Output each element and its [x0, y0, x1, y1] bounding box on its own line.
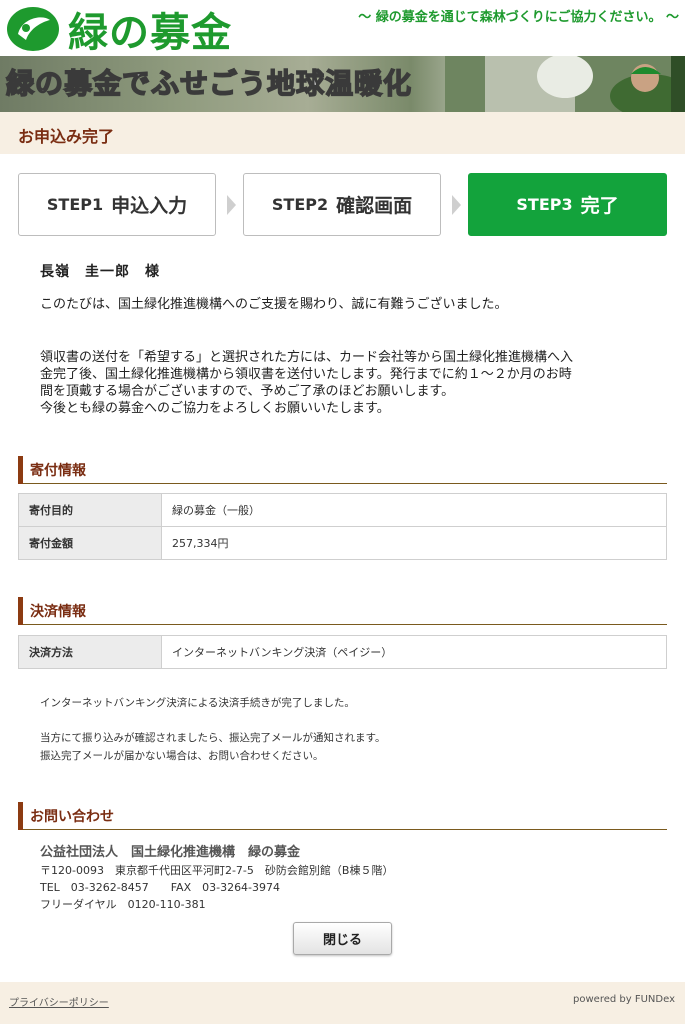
site-footer: プライバシーポリシー powered by FUNDex — [0, 982, 685, 1024]
step-2: STEP2 確認画面 — [243, 173, 441, 236]
site-header: 緑の募金 ～ 緑の募金を通じて森林づくりにご協力ください。 ～ 緑の募金でふせご… — [0, 0, 685, 112]
organization-name: 公益社団法人 国土緑化推進機構 緑の募金 — [40, 845, 301, 860]
thanks-message: このたびは、国土緑化推進機構へのご支援を賜わり、誠に有難うございました。 — [40, 297, 508, 312]
step-arrow-icon — [452, 195, 461, 215]
donation-amount-label: 寄付金額 — [18, 526, 162, 560]
notice-line: 金完了後、国土緑化推進機構から領収書を送付いたします。発行までに約１～２か月のお… — [40, 367, 572, 382]
powered-by-text: powered by FUNDex — [573, 994, 675, 1005]
header-tagline: ～ 緑の募金を通じて森林づくりにご協力ください。 ～ — [358, 10, 679, 25]
payment-heading-text: 決済情報 — [30, 604, 86, 620]
payment-complete-note: インターネットバンキング決済による決済手続きが完了しました。 — [40, 697, 355, 709]
payment-method-label: 決済方法 — [18, 635, 162, 669]
donation-table: 寄付目的 緑の募金（一般） 寄付金額 257,334円 — [18, 493, 667, 560]
step-arrow-icon — [227, 195, 236, 215]
logo-text: 緑の募金 — [68, 10, 232, 56]
step-2-label: 確認画面 — [336, 195, 413, 217]
payment-method-value: インターネットバンキング決済（ペイジー） — [161, 635, 667, 669]
notice-line: 領収書の送付を「希望する」と選択された方には、カード会社等から国土緑化推進機構へ… — [40, 350, 574, 365]
step-1-label: 申込入力 — [111, 195, 188, 217]
receipt-notice: 領収書の送付を「希望する」と選択された方には、カード会社等から国土緑化推進機構へ… — [40, 349, 650, 417]
step-2-number: STEP2 — [271, 195, 329, 214]
leaf-logo-icon — [4, 4, 62, 54]
table-row: 決済方法 インターネットバンキング決済（ペイジー） — [18, 635, 667, 669]
logo: 緑の募金 — [4, 4, 232, 56]
privacy-policy-link[interactable]: プライバシーポリシー — [9, 994, 109, 1009]
payment-mail-note: 当方にて振り込みが確認されましたら、振込完了メールが通知されます。 — [40, 732, 386, 744]
contact-section-heading: お問い合わせ — [18, 802, 667, 830]
step-1: STEP1 申込入力 — [18, 173, 216, 236]
organization-address: 〒120-0093 東京都千代田区平河町2-7-5 砂防会館別館（B棟５階） — [40, 864, 394, 877]
page-title: お申込み完了 — [18, 127, 115, 146]
table-row: 寄付金額 257,334円 — [18, 526, 667, 560]
payment-table: 決済方法 インターネットバンキング決済（ペイジー） — [18, 635, 667, 669]
table-row: 寄付目的 緑の募金（一般） — [18, 493, 667, 527]
notice-line: 今後とも緑の募金へのご協力をよろしくお願いいたします。 — [40, 401, 390, 416]
contact-heading-text: お問い合わせ — [30, 809, 114, 825]
donation-heading-text: 寄付情報 — [30, 463, 86, 479]
donation-amount-value: 257,334円 — [161, 526, 667, 560]
payment-contact-note: 振込完了メールが届かない場合は、お問い合わせください。 — [40, 750, 324, 762]
notice-line: 間を頂戴する場合がございますので、予めご了承のほどお願いします。 — [40, 384, 455, 399]
organization-tel-fax: TEL 03-3262-8457 FAX 03-3264-3974 — [40, 881, 281, 894]
payment-section-heading: 決済情報 — [18, 597, 667, 625]
step-1-number: STEP1 — [46, 195, 104, 214]
header-banner: 緑の募金でふせごう地球温暖化 — [0, 54, 685, 112]
organization-free-dial: フリーダイヤル 0120-110-381 — [40, 898, 206, 911]
step-indicator: STEP1 申込入力 STEP2 確認画面 STEP3 完了 — [18, 173, 667, 236]
page-title-bar: お申込み完了 — [0, 112, 685, 154]
banner-title: 緑の募金でふせごう地球温暖化 — [5, 66, 413, 101]
step-3-active: STEP3 完了 — [468, 173, 667, 236]
donation-purpose-label: 寄付目的 — [18, 493, 162, 527]
banner-photo — [445, 54, 685, 112]
donation-section-heading: 寄付情報 — [18, 456, 667, 484]
step-3-number: STEP3 — [516, 195, 573, 214]
recipient-name: 長嶺 圭一郎 様 — [40, 264, 160, 280]
donation-purpose-value: 緑の募金（一般） — [161, 493, 667, 527]
close-button[interactable]: 閉じる — [293, 922, 392, 955]
step-3-label: 完了 — [580, 195, 619, 217]
